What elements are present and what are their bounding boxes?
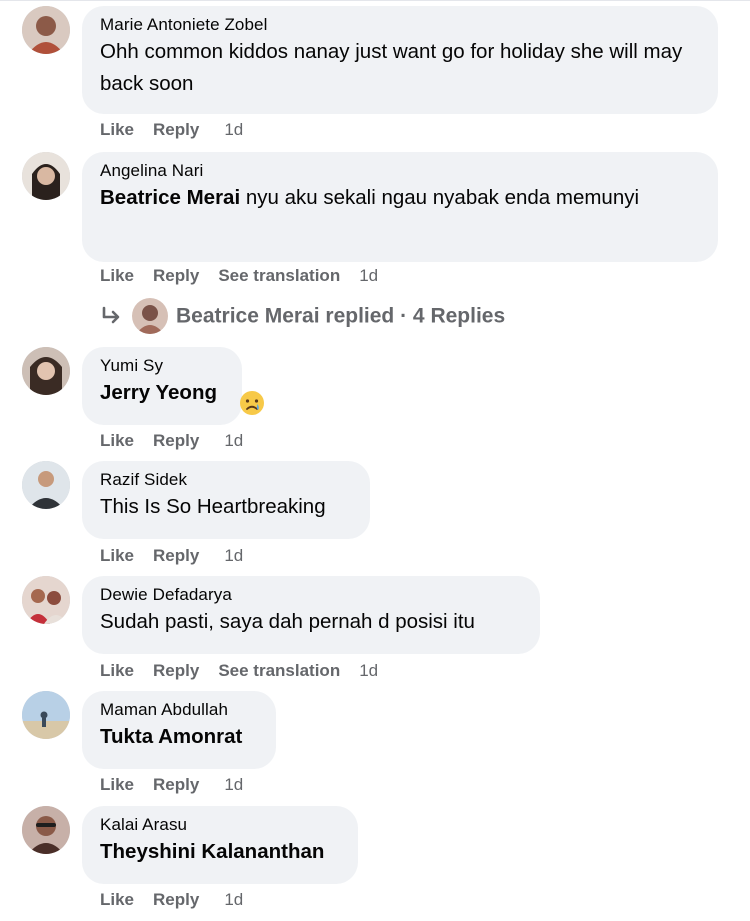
replier-avatar — [132, 298, 168, 335]
reply-button[interactable]: Reply — [153, 774, 199, 796]
comment-text: Ohh common kiddos nanay just want go for… — [100, 40, 683, 95]
comment-author[interactable]: Maman Abdullah — [100, 699, 260, 721]
comment-actions: Like Reply 1d — [100, 774, 262, 796]
comment-text: Theyshini Kalananthan — [100, 836, 342, 868]
comment-author[interactable]: Angelina Nari — [100, 160, 702, 182]
like-button[interactable]: Like — [100, 889, 134, 911]
reply-button[interactable]: Reply — [153, 889, 199, 911]
comment-text: Tukta Amonrat — [100, 721, 260, 753]
comment-timestamp[interactable]: 1d — [359, 660, 378, 682]
like-button[interactable]: Like — [100, 660, 134, 682]
reply-button[interactable]: Reply — [153, 265, 199, 287]
mention-link[interactable]: Theyshini Kalananthan — [100, 840, 324, 863]
comment-actions: Like Reply 1d — [100, 430, 262, 452]
comment-text: Jerry Yeong — [100, 377, 226, 409]
mention-link[interactable]: Beatrice Merai — [100, 186, 240, 209]
comment-bubble: Dewie Defadarya Sudah pasti, saya dah pe… — [82, 576, 540, 654]
comment-actions: Like Reply See translation 1d — [100, 660, 397, 682]
see-translation-link[interactable]: See translation — [218, 265, 340, 287]
comment-actions: Like Reply 1d — [100, 889, 262, 911]
avatar[interactable] — [22, 691, 70, 739]
like-button[interactable]: Like — [100, 119, 134, 141]
comment-actions: Like Reply See translation 1d — [100, 265, 397, 287]
comment-timestamp[interactable]: 1d — [224, 119, 243, 141]
comment-bubble: Yumi Sy Jerry Yeong — [82, 347, 242, 425]
reply-button[interactable]: Reply — [153, 660, 199, 682]
like-button[interactable]: Like — [100, 774, 134, 796]
comment-text: This Is So Heartbreaking — [100, 495, 326, 518]
reply-arrow-icon — [102, 307, 120, 324]
comment-author[interactable]: Yumi Sy — [100, 355, 226, 377]
like-button[interactable]: Like — [100, 265, 134, 287]
avatar[interactable] — [22, 806, 70, 854]
view-replies-link[interactable]: Beatrice Merai replied · 4 Replies — [100, 294, 505, 338]
comment-bubble: Razif Sidek This Is So Heartbreaking — [82, 461, 370, 539]
reply-button[interactable]: Reply — [153, 545, 199, 567]
comment-timestamp[interactable]: 1d — [224, 889, 243, 911]
comment-actions: Like Reply 1d — [100, 545, 262, 567]
comment-text-body: nyu aku sekali ngau nyabak enda memunyi — [240, 186, 640, 209]
replies-summary-text[interactable]: Beatrice Merai replied · 4 Replies — [176, 304, 505, 327]
comment-timestamp[interactable]: 1d — [359, 265, 378, 287]
comment-author[interactable]: Marie Antoniete Zobel — [100, 14, 702, 36]
mention-link[interactable]: Tukta Amonrat — [100, 725, 242, 748]
avatar[interactable] — [22, 152, 70, 200]
comment-timestamp[interactable]: 1d — [224, 545, 243, 567]
avatar[interactable] — [22, 347, 70, 395]
comment-actions: Like Reply 1d — [100, 119, 262, 141]
comment-text: Beatrice Merai nyu aku sekali ngau nyaba… — [100, 182, 702, 214]
comment-author[interactable]: Razif Sidek — [100, 469, 354, 491]
comment-bubble: Maman Abdullah Tukta Amonrat — [82, 691, 276, 769]
avatar[interactable] — [22, 576, 70, 624]
comment-timestamp[interactable]: 1d — [224, 774, 243, 796]
sad-crying-face-emoji — [240, 391, 264, 415]
comment-author[interactable]: Dewie Defadarya — [100, 584, 524, 606]
comment-bubble: Marie Antoniete Zobel Ohh common kiddos … — [82, 6, 718, 114]
mention-link[interactable]: Jerry Yeong — [100, 381, 217, 404]
comment-timestamp[interactable]: 1d — [224, 430, 243, 452]
comment-author[interactable]: Kalai Arasu — [100, 814, 342, 836]
comment-bubble: Kalai Arasu Theyshini Kalananthan — [82, 806, 358, 884]
reply-button[interactable]: Reply — [153, 430, 199, 452]
like-button[interactable]: Like — [100, 545, 134, 567]
like-button[interactable]: Like — [100, 430, 134, 452]
avatar[interactable] — [22, 461, 70, 509]
reply-button[interactable]: Reply — [153, 119, 199, 141]
comment-bubble: Angelina Nari Beatrice Merai nyu aku sek… — [82, 152, 718, 262]
comment-text: Sudah pasti, saya dah pernah d posisi it… — [100, 610, 475, 633]
avatar[interactable] — [22, 6, 70, 54]
see-translation-link[interactable]: See translation — [218, 660, 340, 682]
